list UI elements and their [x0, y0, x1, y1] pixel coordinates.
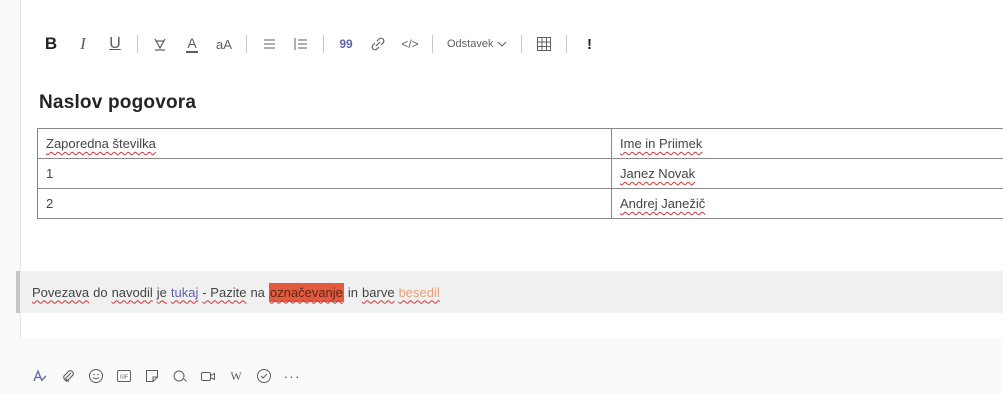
insert-table-button[interactable] [528, 28, 560, 60]
font-size-button[interactable]: aA [208, 28, 240, 60]
emoji-button[interactable] [84, 364, 108, 388]
bulleted-list-button[interactable] [253, 28, 285, 60]
font-color-bar [186, 50, 198, 53]
paragraph-style-label: Odstavek [447, 38, 494, 50]
meeting-icon [173, 370, 187, 382]
table-cell[interactable]: 2 [37, 188, 612, 219]
sticker-icon [146, 370, 158, 382]
callout-word: je [156, 284, 167, 300]
quote-button[interactable]: 99 [330, 28, 362, 60]
gif-button[interactable]: GIF [112, 364, 136, 388]
schedule-meeting-button[interactable] [168, 364, 192, 388]
table-cell[interactable]: Zaporedna številka [37, 128, 612, 159]
callout-word: navodil [111, 284, 153, 300]
paragraph-style-dropdown[interactable]: Odstavek [439, 28, 515, 60]
table-row: Zaporedna številka Ime in Priimek [37, 128, 1003, 159]
gif-icon: GIF [117, 370, 131, 382]
toolbar-divider [432, 35, 433, 53]
callout-word: - Pazite [202, 284, 247, 300]
callout-word: Povezava [32, 284, 90, 300]
compose-area: B I U A aA 99 </> Odstavek ! Naslov pogo… [0, 0, 1003, 394]
font-color-button[interactable]: A [176, 28, 208, 60]
table-cell[interactable]: Ime in Priimek [611, 128, 1003, 159]
underline-button[interactable]: U [99, 28, 131, 60]
praise-icon [257, 369, 271, 383]
italic-button[interactable]: I [67, 28, 99, 60]
cell-text: 2 [46, 196, 54, 211]
compose-actions-bar: GIF W ··· [28, 362, 304, 390]
table-row: 1 Janez Novak [37, 158, 1003, 189]
cell-text: Andrej Janežič [620, 196, 706, 211]
cell-text: 1 [46, 166, 54, 181]
app-w-button[interactable]: W [224, 364, 248, 388]
header-cell-text: Ime in Priimek [620, 136, 703, 151]
bold-button[interactable]: B [35, 28, 67, 60]
callout-word: na [250, 284, 265, 300]
font-color-label: A [187, 34, 197, 51]
emoji-icon [89, 369, 103, 383]
attach-button[interactable] [56, 364, 80, 388]
colored-text: besedil [398, 284, 440, 300]
svg-text:GIF: GIF [120, 375, 128, 381]
format-icon [33, 369, 47, 382]
toolbar-divider [137, 35, 138, 53]
callout-word: in [347, 284, 359, 300]
code-button[interactable]: </> [394, 28, 426, 60]
callout-word: do [93, 284, 108, 300]
header-cell-text: Zaporedna številka [46, 136, 156, 151]
numbered-list-icon [294, 38, 307, 50]
link-button[interactable] [362, 28, 394, 60]
table-cell[interactable]: Andrej Janežič [611, 188, 1003, 219]
link-icon [371, 37, 385, 51]
message-table[interactable]: Zaporedna številka Ime in Priimek 1 Jane… [37, 128, 1003, 219]
cell-text: Janez Novak [620, 166, 696, 181]
sticker-button[interactable] [140, 364, 164, 388]
meet-now-button[interactable] [196, 364, 220, 388]
highlight-button[interactable] [144, 28, 176, 60]
video-camera-icon [201, 372, 215, 381]
more-options-button[interactable]: ··· [280, 364, 304, 388]
toolbar-divider [566, 35, 568, 53]
chevron-down-icon [498, 41, 507, 47]
formatting-toolbar: B I U A aA 99 </> Odstavek ! [35, 28, 605, 60]
message-heading[interactable]: Naslov pogovora [39, 92, 196, 114]
callout-link[interactable]: tukaj [171, 285, 198, 300]
toolbar-divider [521, 35, 523, 53]
table-row: 2 Andrej Janežič [37, 188, 1003, 219]
mark-important-button[interactable]: ! [573, 28, 605, 60]
bulleted-list-icon [264, 39, 275, 49]
quote-block[interactable]: Povezava do navodil je tukaj - Pazite na… [16, 271, 1003, 313]
highlighter-icon [154, 38, 166, 51]
numbered-list-button[interactable] [285, 28, 317, 60]
toolbar-divider [323, 35, 324, 53]
paperclip-icon [63, 370, 74, 382]
praise-button[interactable] [252, 364, 276, 388]
table-icon [537, 37, 552, 51]
table-cell[interactable]: 1 [37, 158, 612, 189]
format-button[interactable] [28, 364, 52, 388]
toolbar-divider [246, 35, 247, 53]
table-cell[interactable]: Janez Novak [611, 158, 1003, 189]
highlighted-text: označevanje [268, 282, 344, 302]
callout-word: barve [362, 284, 395, 300]
